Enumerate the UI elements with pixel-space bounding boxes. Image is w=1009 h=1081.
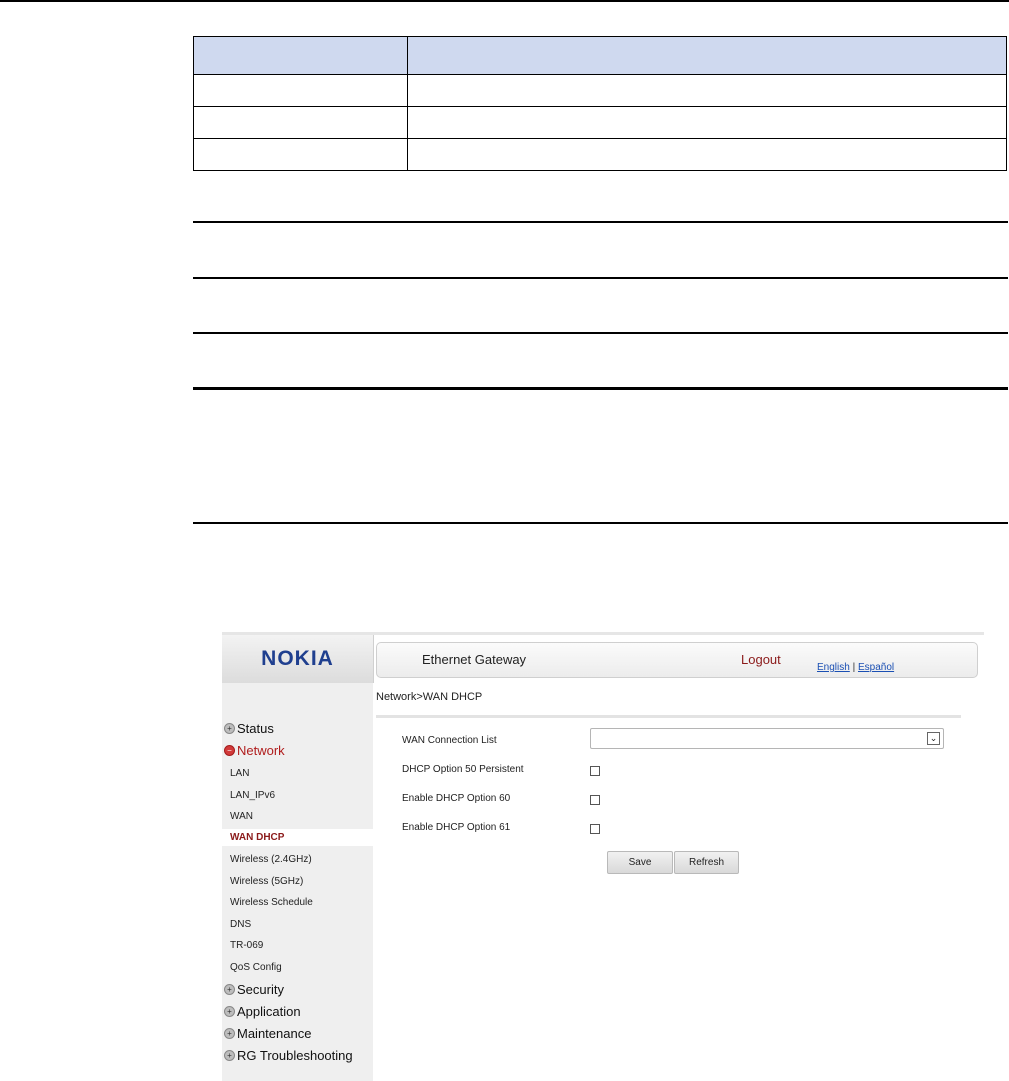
dhcp-option-60-checkbox[interactable] <box>590 795 600 805</box>
table-cell <box>193 106 408 139</box>
sidebar-item-maintenance[interactable]: + Maintenance <box>224 1026 311 1041</box>
expand-plus-icon: + <box>224 1028 235 1039</box>
sidebar-item-tr069[interactable]: TR-069 <box>230 940 263 951</box>
sidebar-item-label: Network <box>237 743 285 758</box>
header-bar: Ethernet Gateway Logout English | Españo… <box>376 642 978 678</box>
table-cell <box>407 138 1007 171</box>
wan-connection-select[interactable]: ⌄ <box>590 728 944 749</box>
table-cell <box>193 74 408 107</box>
note-divider <box>193 387 1008 390</box>
sidebar-item-label: Status <box>237 721 274 736</box>
wan-connection-label: WAN Connection List <box>402 735 497 746</box>
note-divider <box>193 332 1008 334</box>
language-switcher: English | Español <box>817 662 894 673</box>
breadcrumb: Network>WAN DHCP <box>376 691 483 703</box>
sidebar: + Status − Network LAN LAN_IPv6 WAN WAN … <box>222 683 373 1081</box>
gateway-screenshot: NOKIA Ethernet Gateway Logout English | … <box>222 632 984 1081</box>
expand-plus-icon: + <box>224 984 235 995</box>
sidebar-item-label: RG Troubleshooting <box>237 1048 353 1063</box>
breadcrumb-divider <box>376 715 961 718</box>
save-button[interactable]: Save <box>607 851 673 874</box>
table-cell <box>407 74 1007 107</box>
expand-plus-icon: + <box>224 723 235 734</box>
table-cell <box>407 106 1007 139</box>
sidebar-item-security[interactable]: + Security <box>224 982 284 997</box>
sidebar-item-label: Security <box>237 982 284 997</box>
table-cell <box>193 138 408 171</box>
sidebar-item-wireless-schedule[interactable]: Wireless Schedule <box>230 897 313 908</box>
table-row <box>193 74 1007 107</box>
sidebar-item-application[interactable]: + Application <box>224 1004 301 1019</box>
note-divider <box>193 277 1008 279</box>
sidebar-item-network[interactable]: − Network <box>224 743 285 758</box>
dhcp-option-61-checkbox[interactable] <box>590 824 600 834</box>
sidebar-item-lan[interactable]: LAN <box>230 768 249 779</box>
sidebar-item-status[interactable]: + Status <box>224 721 274 736</box>
sidebar-item-rg-troubleshooting[interactable]: + RG Troubleshooting <box>224 1048 353 1063</box>
collapse-minus-icon: − <box>224 745 235 756</box>
page-top-rule <box>0 0 1009 2</box>
sidebar-item-wireless-24ghz[interactable]: Wireless (2.4GHz) <box>230 854 312 865</box>
logout-link[interactable]: Logout <box>741 652 781 667</box>
sidebar-item-wan-dhcp[interactable]: WAN DHCP <box>222 829 373 846</box>
table-row <box>193 106 1007 139</box>
expand-plus-icon: + <box>224 1050 235 1061</box>
sidebar-item-label: Maintenance <box>237 1026 312 1041</box>
gateway-title: Ethernet Gateway <box>422 652 527 667</box>
dhcp-option-61-label: Enable DHCP Option 61 <box>402 822 511 833</box>
table-header-cell <box>193 36 408 75</box>
sidebar-item-dns[interactable]: DNS <box>230 919 251 930</box>
language-separator: | <box>852 662 856 673</box>
sidebar-item-wireless-5ghz[interactable]: Wireless (5GHz) <box>230 876 303 887</box>
sidebar-item-wan[interactable]: WAN <box>230 811 253 822</box>
refresh-button[interactable]: Refresh <box>674 851 739 874</box>
dhcp-option-50-label: DHCP Option 50 Persistent <box>402 764 524 775</box>
sidebar-item-label: Application <box>237 1004 301 1019</box>
note-divider <box>193 522 1008 524</box>
table-row <box>193 138 1007 171</box>
note-divider <box>193 221 1008 223</box>
parameter-table <box>193 36 1007 171</box>
nokia-logo: NOKIA <box>261 647 334 670</box>
table-header-cell <box>407 36 1007 75</box>
english-link[interactable]: English <box>817 662 850 673</box>
logo-area: NOKIA <box>222 635 374 683</box>
espanol-link[interactable]: Español <box>858 662 894 673</box>
dhcp-option-60-label: Enable DHCP Option 60 <box>402 793 511 804</box>
expand-plus-icon: + <box>224 1006 235 1017</box>
sidebar-item-lan-ipv6[interactable]: LAN_IPv6 <box>230 790 275 801</box>
dhcp-option-50-checkbox[interactable] <box>590 766 600 776</box>
chevron-down-icon: ⌄ <box>927 732 940 745</box>
sidebar-item-qos-config[interactable]: QoS Config <box>230 962 282 973</box>
table-header-row <box>193 36 1007 75</box>
